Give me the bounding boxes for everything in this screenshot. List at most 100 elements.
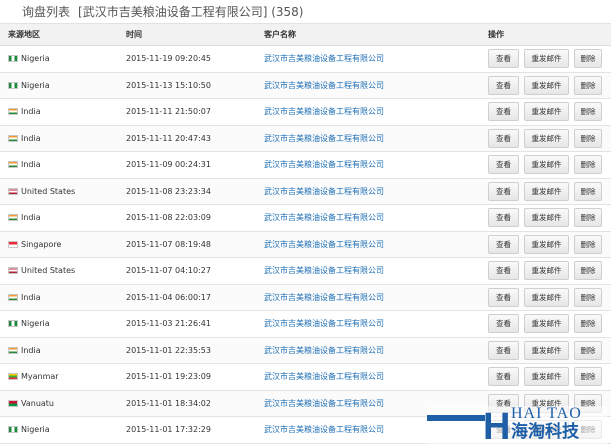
resend-email-button[interactable]: 重发邮件 <box>524 208 569 228</box>
operations-cell: 查看重发邮件删除 <box>488 152 611 179</box>
time-cell: 2015-11-07 04:10:27 <box>126 266 211 276</box>
customer-link[interactable]: 武汉市吉美粮油设备工程有限公司 <box>264 81 384 90</box>
customer-link[interactable]: 武汉市吉美粮油设备工程有限公司 <box>264 399 384 408</box>
resend-email-button[interactable]: 重发邮件 <box>524 367 569 387</box>
resend-email-button[interactable]: 重发邮件 <box>524 261 569 281</box>
delete-button[interactable]: 删除 <box>574 75 602 95</box>
delete-button[interactable]: 删除 <box>574 102 602 122</box>
resend-email-button[interactable]: 重发邮件 <box>524 128 569 148</box>
customer-link[interactable]: 武汉市吉美粮油设备工程有限公司 <box>264 266 384 275</box>
region-name: India <box>21 107 41 117</box>
operations-cell: 查看重发邮件删除 <box>488 311 611 338</box>
customer-link[interactable]: 武汉市吉美粮油设备工程有限公司 <box>264 54 384 63</box>
customer-link[interactable]: 武汉市吉美粮油设备工程有限公司 <box>264 425 384 434</box>
inquiry-table: 来源地区 时间 客户名称 操作 Nigeria 2015-11-19 09:20:… <box>0 23 611 444</box>
time-cell: 2015-11-11 20:47:43 <box>126 133 211 143</box>
delete-button[interactable]: 删除 <box>574 234 602 254</box>
nigeria-flag-icon <box>8 55 18 63</box>
view-button[interactable]: 查看 <box>488 261 519 281</box>
view-button[interactable]: 查看 <box>488 367 519 387</box>
customer-link[interactable]: 武汉市吉美粮油设备工程有限公司 <box>264 160 384 169</box>
customer-cell: 武汉市吉美粮油设备工程有限公司 <box>264 152 488 179</box>
time-cell: 2015-11-08 22:03:09 <box>126 213 211 223</box>
view-button[interactable]: 查看 <box>488 75 519 95</box>
customer-link[interactable]: 武汉市吉美粮油设备工程有限公司 <box>264 213 384 222</box>
resend-email-button[interactable]: 重发邮件 <box>524 314 569 334</box>
customer-link[interactable]: 武汉市吉美粮油设备工程有限公司 <box>264 372 384 381</box>
delete-button[interactable]: 删除 <box>574 49 602 69</box>
united-states-flag-icon <box>8 267 18 275</box>
column-header-region: 来源地区 <box>0 23 126 46</box>
region-name: India <box>21 292 41 302</box>
region-name: Myanmar <box>21 372 59 382</box>
resend-email-button[interactable]: 重发邮件 <box>524 340 569 360</box>
table-row: Singapore 2015-11-07 08:19:48 武汉市吉美粮油设备工程有… <box>0 231 611 258</box>
region-name: Nigeria <box>21 425 50 435</box>
resend-email-button[interactable]: 重发邮件 <box>524 181 569 201</box>
operations-cell: 查看重发邮件删除 <box>488 125 611 152</box>
view-button[interactable]: 查看 <box>488 49 519 69</box>
region-cell: Myanmar <box>0 364 126 391</box>
customer-link[interactable]: 武汉市吉美粮油设备工程有限公司 <box>264 240 384 249</box>
view-button[interactable]: 查看 <box>488 234 519 254</box>
delete-button[interactable]: 删除 <box>574 367 602 387</box>
region-name: United States <box>21 266 76 276</box>
table-row: Nigeria 2015-11-03 21:26:41 武汉市吉美粮油设备工程有限公… <box>0 311 611 338</box>
operations-cell: 查看重发邮件删除 <box>488 99 611 126</box>
india-flag-icon <box>8 346 18 354</box>
customer-link[interactable]: 武汉市吉美粮油设备工程有限公司 <box>264 319 384 328</box>
resend-email-button[interactable]: 重发邮件 <box>524 287 569 307</box>
myanmar-flag-icon <box>8 373 18 381</box>
customer-cell: 武汉市吉美粮油设备工程有限公司 <box>264 205 488 232</box>
view-button[interactable]: 查看 <box>488 128 519 148</box>
view-button[interactable]: 查看 <box>488 287 519 307</box>
customer-link[interactable]: 武汉市吉美粮油设备工程有限公司 <box>264 187 384 196</box>
region-cell: Nigeria <box>0 417 126 444</box>
time-cell: 2015-11-11 21:50:07 <box>126 107 211 117</box>
india-flag-icon <box>8 108 18 116</box>
time-cell: 2015-11-04 06:00:17 <box>126 292 211 302</box>
delete-button[interactable]: 删除 <box>574 314 602 334</box>
time-cell: 2015-11-01 19:23:09 <box>126 372 211 382</box>
view-button[interactable]: 查看 <box>488 181 519 201</box>
view-button[interactable]: 查看 <box>488 102 519 122</box>
delete-button[interactable]: 删除 <box>574 128 602 148</box>
delete-button[interactable]: 删除 <box>574 181 602 201</box>
watermark-chinese: 海淘科技 <box>511 422 579 442</box>
view-button[interactable]: 查看 <box>488 314 519 334</box>
customer-cell: 武汉市吉美粮油设备工程有限公司 <box>264 311 488 338</box>
region-cell: Nigeria <box>0 311 126 338</box>
customer-cell: 武汉市吉美粮油设备工程有限公司 <box>264 72 488 99</box>
view-button[interactable]: 查看 <box>488 155 519 175</box>
table-row: United States 2015-11-08 23:23:34 武汉市吉美粮油设… <box>0 178 611 205</box>
delete-button[interactable]: 删除 <box>574 155 602 175</box>
view-button[interactable]: 查看 <box>488 208 519 228</box>
customer-cell: 武汉市吉美粮油设备工程有限公司 <box>264 258 488 285</box>
customer-link[interactable]: 武汉市吉美粮油设备工程有限公司 <box>264 293 384 302</box>
time-cell: 2015-11-08 23:23:34 <box>126 186 211 196</box>
resend-email-button[interactable]: 重发邮件 <box>524 234 569 254</box>
delete-button[interactable]: 删除 <box>574 261 602 281</box>
delete-button[interactable]: 删除 <box>574 287 602 307</box>
time-cell: 2015-11-01 17:32:29 <box>126 425 211 435</box>
delete-button[interactable]: 删除 <box>574 340 602 360</box>
inquiry-count: (358) <box>271 5 304 19</box>
operations-cell: 查看重发邮件删除 <box>488 284 611 311</box>
delete-button[interactable]: 删除 <box>574 208 602 228</box>
vanuatu-flag-icon <box>8 399 18 407</box>
customer-link[interactable]: 武汉市吉美粮油设备工程有限公司 <box>264 134 384 143</box>
resend-email-button[interactable]: 重发邮件 <box>524 102 569 122</box>
table-row: India 2015-11-08 22:03:09 武汉市吉美粮油设备工程有限公司 查… <box>0 205 611 232</box>
customer-link[interactable]: 武汉市吉美粮油设备工程有限公司 <box>264 107 384 116</box>
region-cell: India <box>0 205 126 232</box>
operations-cell: 查看重发邮件删除 <box>488 72 611 99</box>
view-button[interactable]: 查看 <box>488 340 519 360</box>
customer-link[interactable]: 武汉市吉美粮油设备工程有限公司 <box>264 346 384 355</box>
resend-email-button[interactable]: 重发邮件 <box>524 49 569 69</box>
region-name: India <box>21 345 41 355</box>
region-cell: Nigeria <box>0 72 126 99</box>
resend-email-button[interactable]: 重发邮件 <box>524 75 569 95</box>
table-row: Myanmar 2015-11-01 19:23:09 武汉市吉美粮油设备工程有限公… <box>0 364 611 391</box>
table-body: Nigeria 2015-11-19 09:20:45 武汉市吉美粮油设备工程有限公… <box>0 46 611 444</box>
resend-email-button[interactable]: 重发邮件 <box>524 155 569 175</box>
